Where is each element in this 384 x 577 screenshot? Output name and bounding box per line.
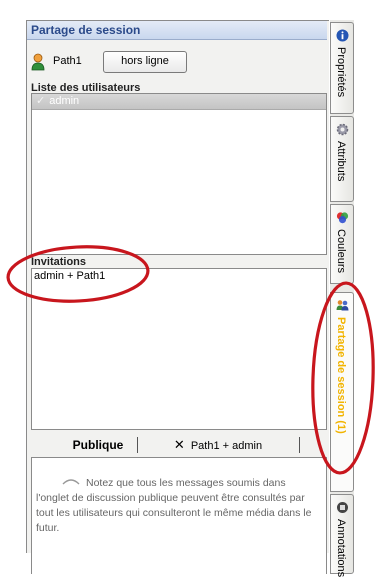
panel-title: Partage de session (27, 21, 327, 40)
current-user-row: Path1 hors ligne (31, 51, 271, 73)
invitations-list[interactable]: admin + Path1 (31, 268, 327, 430)
gear-icon (336, 123, 349, 136)
user-avatar-icon (31, 53, 45, 71)
eye-icon (62, 479, 80, 485)
tab-annotations-label: Annotations (335, 519, 347, 577)
tab-private-chat[interactable]: ✕ Path1 + admin (143, 435, 293, 455)
tab-attributes[interactable]: Attributs (330, 116, 354, 202)
users-list[interactable]: ✓ admin (31, 93, 327, 255)
current-user-name: Path1 (53, 55, 82, 67)
tab-divider (137, 437, 138, 453)
tab-colors[interactable]: Couleurs (330, 204, 354, 284)
session-sharing-panel: Partage de session Path1 hors ligne List… (26, 20, 329, 574)
tab-annotations[interactable]: Annotations (330, 494, 354, 577)
tab-properties-label: Propriétés (335, 47, 347, 98)
invitation-item[interactable]: admin + Path1 (32, 269, 326, 283)
check-icon: ✓ (36, 95, 46, 107)
user-list-name: admin (49, 95, 80, 107)
tab-divider (299, 437, 300, 453)
tab-session-sharing[interactable]: Partage de session (1) (330, 292, 354, 492)
tab-properties[interactable]: Propriétés (330, 22, 354, 114)
tab-public[interactable]: Publique (63, 435, 133, 455)
users-icon (336, 300, 349, 311)
annotation-icon (337, 502, 348, 513)
invitations-label: Invitations (31, 256, 87, 268)
list-item[interactable]: ✓ admin (32, 94, 326, 110)
color-palette-icon (336, 212, 349, 224)
status-button[interactable]: hors ligne (103, 51, 187, 73)
message-area[interactable]: Notez que tous les messages soumis dans … (31, 457, 327, 574)
info-icon (336, 29, 349, 42)
tab-session-sharing-label: Partage de session (1) (335, 317, 347, 434)
sidebar-tab-strip: Propriétés Attributs Couleurs Partage de… (330, 20, 354, 577)
public-notice: Notez que tous les messages soumis dans … (36, 476, 320, 536)
tab-attributes-label: Attributs (335, 141, 347, 182)
close-icon[interactable]: ✕ (174, 437, 185, 452)
chat-tab-bar: Publique ✕ Path1 + admin (31, 435, 325, 457)
tab-colors-label: Couleurs (335, 229, 347, 274)
tab-private-label: Path1 + admin (190, 440, 263, 452)
